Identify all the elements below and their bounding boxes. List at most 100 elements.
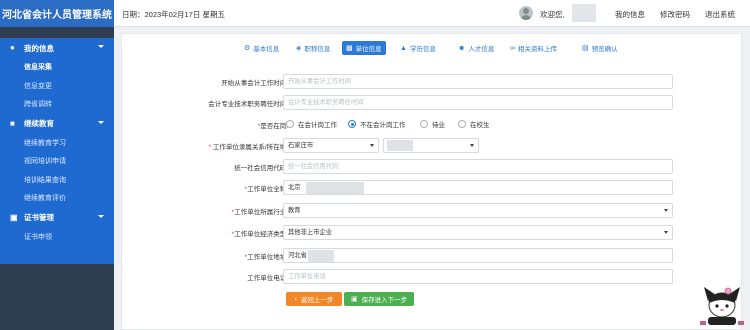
start-time-label: 开始从事会计工作时间:	[221, 80, 288, 87]
redacted-address	[308, 250, 334, 262]
radio-on-post[interactable]: 在会计岗工作	[286, 119, 337, 129]
row-title-time: 会计专业技术职务聘任时间: 会计专业技术职务聘任时间	[122, 95, 743, 111]
row-address: *工作单位地址: 河北省	[122, 248, 743, 264]
gear-icon: ⚙	[244, 45, 251, 52]
caret-down-icon	[370, 144, 374, 147]
chevron-down-icon	[98, 120, 104, 124]
phone-label: 工作单位电话:	[247, 275, 288, 282]
row-on-duty: *是否在岗: 在会计岗工作 不在会计岗工作 待业 在校生	[122, 117, 743, 133]
chevron-down-icon	[98, 45, 104, 48]
sidebar-group-education[interactable]: ■ 继续教育	[0, 114, 114, 134]
sidebar-item-edu-evaluate[interactable]: 继续教育评价	[0, 189, 114, 208]
tab-basic-info[interactable]: ⚙ 基本信息	[240, 41, 283, 55]
required-marker: *	[231, 209, 235, 216]
affiliation-label: * 工作单位隶属关系/所在地:	[208, 144, 288, 151]
logout-link[interactable]: 退出系统	[705, 9, 735, 20]
change-password-link[interactable]: 修改密码	[660, 9, 690, 20]
district-select[interactable]	[383, 138, 479, 153]
app-title: 河北省会计人员管理系统	[0, 0, 114, 27]
tab-preview-confirm[interactable]: ▤ 预览确认	[578, 41, 622, 55]
sidebar-group-my-info[interactable]: ● 我的信息	[0, 38, 114, 58]
avatar	[519, 6, 533, 20]
sidebar-item-training-apply[interactable]: 视同培训申请	[0, 152, 114, 171]
building-icon: ▩	[346, 45, 353, 52]
radio-unemployed[interactable]: 待业	[420, 119, 445, 129]
sidebar-group-certificate[interactable]: ▣ 证书管理	[0, 208, 114, 228]
economic-type-select[interactable]: 其他非上市企业	[283, 225, 673, 240]
my-info-link[interactable]: 我的信息	[615, 9, 645, 20]
radio-circle	[458, 120, 466, 128]
radio-not-on-post[interactable]: 不在会计岗工作	[348, 119, 406, 129]
row-economic-type: *工作单位经济类型: 其他非上市企业	[122, 225, 743, 241]
industry-select[interactable]: 教育	[283, 203, 673, 218]
required-marker: *	[208, 144, 213, 151]
tab-unit-info[interactable]: ▩ 单位信息	[342, 41, 386, 55]
caret-down-icon	[664, 231, 668, 234]
form-panel: ⚙ 基本信息 ◈ 职称信息 ▩ 单位信息 ▲ 学历信息 ☻ 人才信息 ∞ 相关资料上传 ▤ 预…	[121, 33, 742, 330]
industry-label: *工作单位所属行业:	[231, 209, 288, 216]
radio-student[interactable]: 在校生	[458, 119, 490, 129]
row-affiliation: * 工作单位隶属关系/所在地: 石家庄市	[122, 138, 743, 154]
address-label: *工作单位地址:	[244, 254, 288, 261]
mascot-character-image	[700, 287, 744, 325]
book-icon: ■	[10, 118, 15, 128]
sidebar-item-cert-apply[interactable]: 证书申领	[0, 228, 114, 247]
save-icon: ▣	[350, 296, 358, 303]
sidebar-item-edu-study[interactable]: 继续教育学习	[0, 134, 114, 153]
row-credit-code: 统一社会信用代码: 统一社会信用代码	[122, 159, 743, 175]
current-date: 日期：2023年02月17日 星期五	[122, 10, 225, 19]
badge-icon: ◈	[296, 45, 302, 52]
required-marker: *	[244, 186, 248, 193]
save-next-button[interactable]: ▣ 保存进入下一步	[344, 292, 414, 306]
economic-type-label: *工作单位经济类型:	[231, 231, 288, 238]
back-button[interactable]: ‹ 返回上一步	[286, 292, 342, 306]
required-marker: *	[244, 254, 248, 261]
caret-down-icon	[664, 209, 668, 212]
sidebar-item-transfer[interactable]: 跨省调转	[0, 95, 114, 114]
welcome-text: 欢迎您,	[540, 10, 565, 19]
company-name-label: *工作单位全称:	[244, 186, 288, 193]
credit-code-label: 统一社会信用代码:	[234, 165, 288, 172]
start-time-input[interactable]: 开始从事会计工作时间	[283, 74, 673, 89]
radio-circle	[286, 120, 294, 128]
link-icon: ∞	[510, 44, 515, 52]
city-select[interactable]: 石家庄市	[283, 138, 379, 153]
graduation-icon: ▲	[400, 44, 407, 52]
sidebar-group-label: 证书管理	[24, 213, 54, 222]
tab-education-info[interactable]: ▲ 学历信息	[396, 41, 440, 55]
redacted-company-name	[306, 182, 364, 194]
redacted-district	[387, 140, 413, 151]
tab-upload-docs[interactable]: ∞ 相关资料上传	[506, 41, 561, 55]
step-tabs: ⚙ 基本信息 ◈ 职称信息 ▩ 单位信息 ▲ 学历信息 ☻ 人才信息 ∞ 相关资料上传 ▤ 预…	[122, 41, 743, 57]
chevron-down-icon	[98, 214, 104, 218]
user-icon: ●	[10, 43, 15, 52]
sidebar-item-info-change[interactable]: 信息变更	[0, 77, 114, 96]
radio-circle	[420, 120, 428, 128]
required-marker: *	[257, 123, 261, 130]
document-icon: ▤	[582, 45, 589, 52]
tab-title-info[interactable]: ◈ 职称信息	[292, 41, 334, 55]
sidebar-item-training-result[interactable]: 培训结果查询	[0, 171, 114, 190]
row-company-name: *工作单位全称: 北京	[122, 180, 743, 196]
on-duty-label: *是否在岗:	[257, 123, 288, 130]
sidebar-footer	[0, 264, 114, 330]
radio-circle	[348, 120, 356, 128]
title-time-label: 会计专业技术职务聘任时间:	[208, 101, 288, 108]
tab-talent-info[interactable]: ☻ 人才信息	[454, 41, 498, 55]
sidebar-group-label: 继续教育	[24, 119, 54, 128]
top-header: 日期：2023年02月17日 星期五 欢迎您, 我的信息 修改密码 退出系统	[114, 0, 750, 27]
row-start-time: 开始从事会计工作时间: 开始从事会计工作时间	[122, 74, 743, 90]
sidebar: 河北省会计人员管理系统 ● 我的信息 信息采集 信息变更 跨省调转 ■ 继续教育…	[0, 0, 114, 330]
address-input[interactable]: 河北省	[283, 248, 673, 263]
title-time-input[interactable]: 会计专业技术职务聘任时间	[283, 95, 673, 110]
sidebar-nav: ● 我的信息 信息采集 信息变更 跨省调转 ■ 继续教育 继续教育学习 视同培训…	[0, 38, 114, 264]
people-icon: ☻	[458, 44, 466, 52]
sidebar-item-info-collect[interactable]: 信息采集	[0, 58, 114, 77]
caret-down-icon	[470, 144, 474, 147]
phone-input[interactable]: 工作单位电话	[283, 269, 673, 284]
row-phone: 工作单位电话: 工作单位电话	[122, 269, 743, 285]
credit-code-input[interactable]: 统一社会信用代码	[283, 159, 673, 174]
user-name-redacted	[572, 4, 596, 22]
row-industry: *工作单位所属行业: 教育	[122, 203, 743, 219]
certificate-icon: ▣	[10, 212, 18, 222]
